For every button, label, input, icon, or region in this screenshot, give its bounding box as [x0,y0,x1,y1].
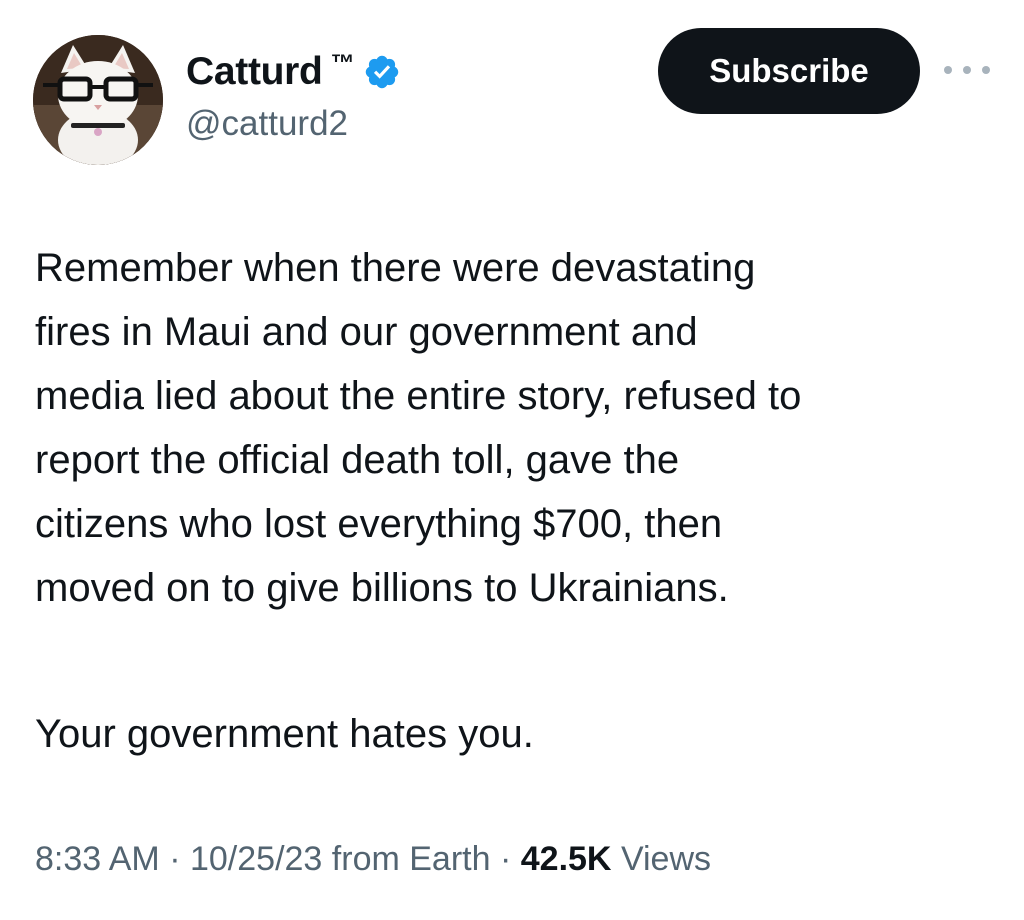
more-dot [963,66,971,74]
trademark-symbol: ™ [330,50,355,77]
tweet-time[interactable]: 8:33 AM [35,840,160,878]
tweet-meta: 8:33 AM · 10/25/23 from Earth · 42.5K Vi… [35,840,711,879]
tweet-text-paragraph-1: Remember when there were devastating fir… [35,246,802,610]
tweet-text-paragraph-2: Your government hates you. [35,712,534,756]
verified-badge-icon[interactable] [363,53,401,91]
author-handle[interactable]: @catturd2 [186,104,348,144]
more-dot [944,66,952,74]
tweet-source: from Earth [331,840,491,878]
views-count[interactable]: 42.5K [521,840,612,878]
author-display-name[interactable]: Catturd [186,50,323,94]
views-label: Views [620,840,712,878]
tweet-date[interactable]: 10/25/23 [190,840,322,878]
author-avatar[interactable] [33,35,163,165]
meta-separator: · [499,840,512,878]
subscribe-button[interactable]: Subscribe [658,28,920,114]
meta-separator: · [169,840,181,878]
tweet-card: Catturd ™ @catturd2 Subscribe Remember w… [0,0,1024,920]
cat-with-glasses-avatar-icon [33,35,163,165]
more-dot [982,66,990,74]
author-name-row: Catturd ™ [186,48,401,96]
more-options-icon[interactable] [944,58,990,82]
